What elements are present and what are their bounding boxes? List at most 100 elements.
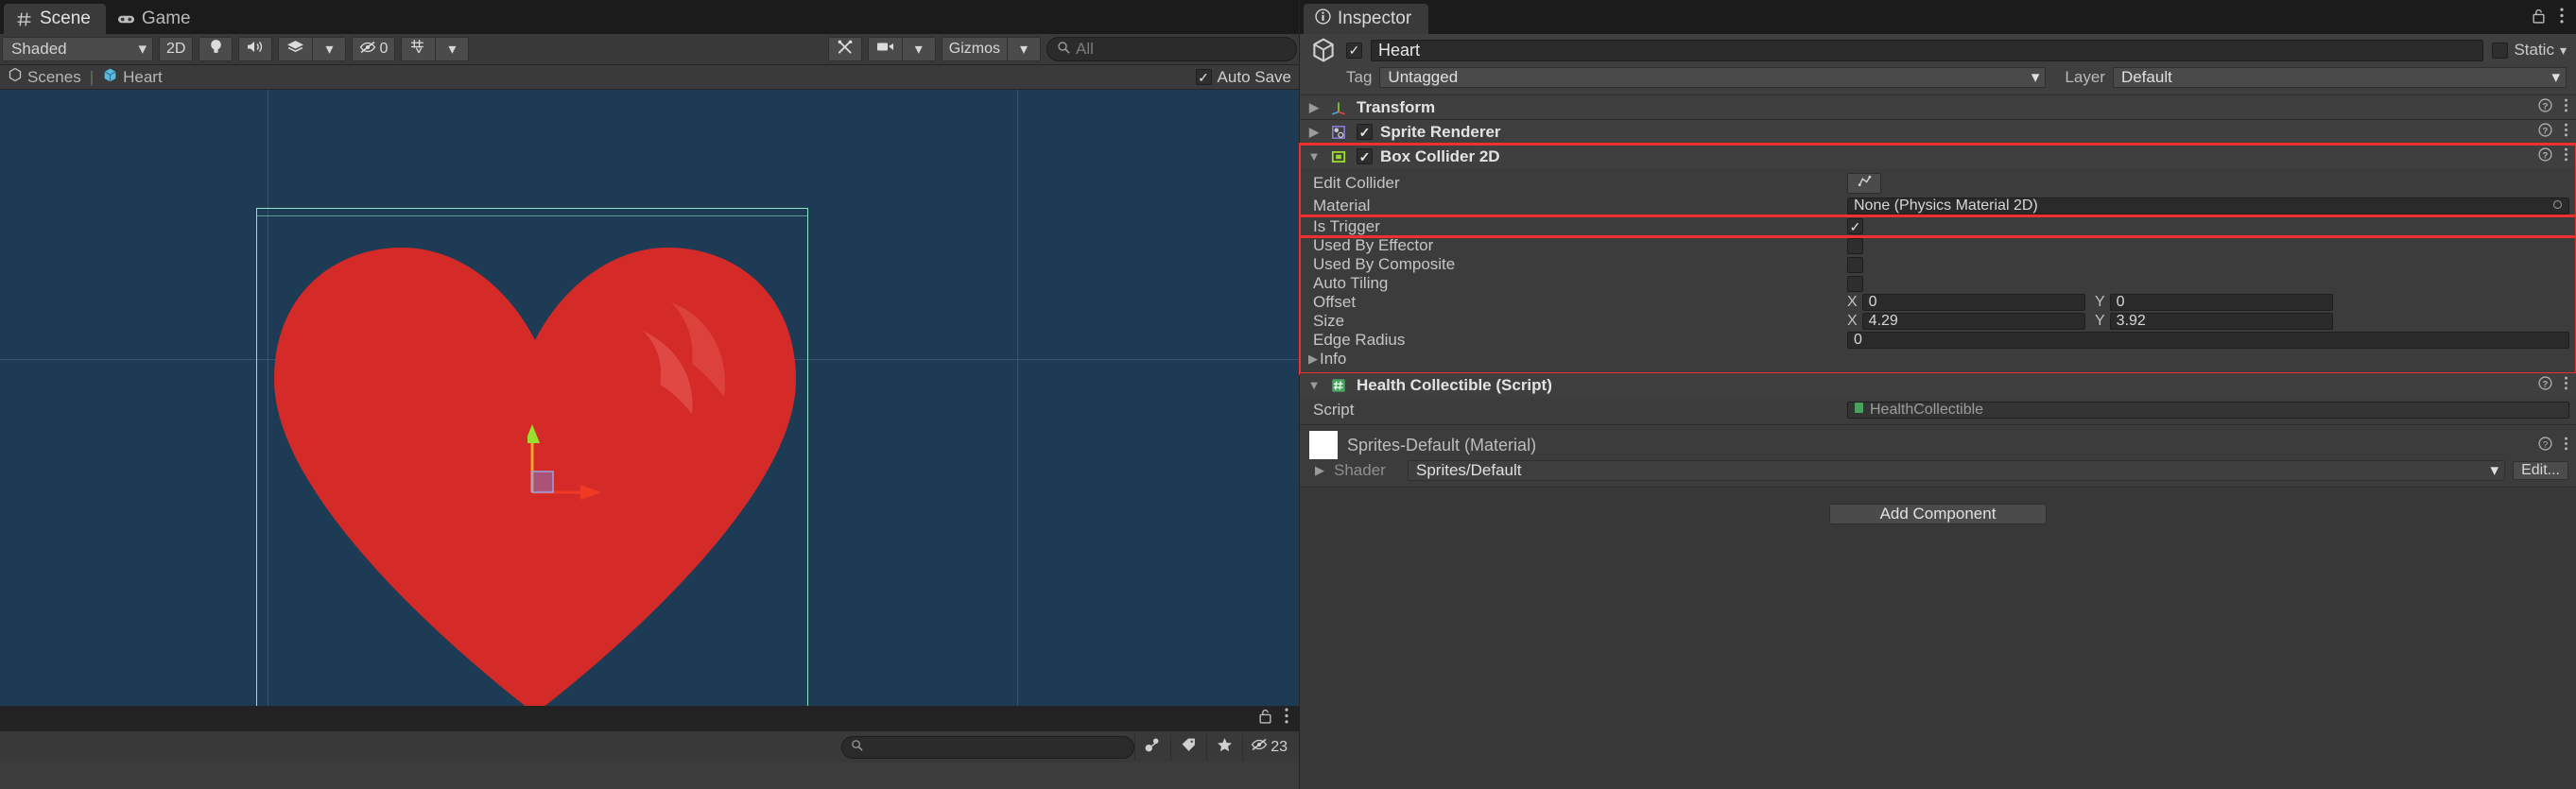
lock-icon[interactable] — [1258, 709, 1272, 729]
tab-scene[interactable]: Scene — [4, 4, 106, 34]
scene-toolbar: Shaded ▾ 2D ▾ 0 ▾ ▾ Gizmos ▾ All — [0, 34, 1299, 65]
component-sprite-renderer-header[interactable]: ▶ Sprite Renderer ? — [1300, 120, 2576, 144]
edit-collider-button[interactable] — [1847, 173, 1881, 194]
tag-layer-row: Tag Untagged ▾ Layer Default ▾ — [1300, 66, 2576, 89]
edge-radius-field[interactable]: 0 — [1847, 332, 2569, 349]
auto-tiling-label: Auto Tiling — [1313, 274, 1389, 292]
info-foldout-row[interactable]: ▶ Info — [1300, 350, 2576, 369]
info-circle-icon — [1315, 8, 1331, 30]
kebab-menu-icon[interactable] — [2564, 123, 2568, 141]
add-component-area: Add Component — [1300, 488, 2576, 789]
lighting-toggle-button[interactable] — [199, 37, 233, 61]
shading-mode-dropdown[interactable]: Shaded ▾ — [2, 37, 153, 61]
game-object-name-field[interactable]: Heart — [1371, 39, 2484, 61]
chevron-down-icon: ▾ — [2551, 68, 2560, 86]
static-checkbox[interactable] — [2492, 42, 2509, 59]
box-collider-2d-icon — [1328, 147, 1349, 166]
help-circle-icon[interactable]: ? — [2538, 376, 2552, 394]
material-object-field[interactable]: None (Physics Material 2D) — [1847, 197, 2569, 214]
chevron-down-icon: ▾ — [2490, 461, 2499, 479]
kebab-menu-icon[interactable] — [2564, 98, 2568, 116]
component-health-collectible-header[interactable]: ▼ Health Collectible (Script) ? — [1300, 373, 2576, 397]
component-box-collider-2d-header[interactable]: ▼ Box Collider 2D ? — [1300, 145, 2576, 168]
chevron-down-icon[interactable]: ▼ — [1307, 378, 1321, 392]
tab-inspector[interactable]: Inspector — [1304, 4, 1429, 34]
help-circle-icon[interactable]: ? — [2538, 123, 2552, 141]
box-collider-2d-enabled-checkbox[interactable] — [1357, 148, 1373, 164]
component-transform-header[interactable]: ▶ Transform ? — [1300, 95, 2576, 119]
gizmos-toggle-button[interactable]: Gizmos — [941, 37, 1007, 61]
add-component-label: Add Component — [1879, 505, 1997, 523]
project-search-input[interactable] — [841, 735, 1135, 759]
component-sprite-renderer: ▶ Sprite Renderer ? — [1300, 120, 2576, 145]
hidden-count-label: 23 — [1271, 738, 1288, 755]
sprite-renderer-enabled-checkbox[interactable] — [1357, 124, 1373, 140]
camera-dropdown-button[interactable]: ▾ — [901, 37, 936, 61]
scene-view-panel: Scene Game Shaded ▾ 2D ▾ 0 ▾ ▾ Gizmos ▾ … — [0, 0, 1299, 789]
chevron-right-icon[interactable]: ▶ — [1307, 125, 1321, 140]
audio-mixer-button[interactable] — [1134, 733, 1170, 761]
breadcrumb-root[interactable]: Scenes — [8, 67, 81, 87]
shader-dropdown[interactable]: Sprites/Default ▾ — [1408, 460, 2506, 481]
layer-value: Default — [2120, 68, 2172, 86]
chevron-down-icon: ▾ — [325, 42, 334, 58]
gizmos-dropdown-button[interactable]: ▾ — [1007, 37, 1041, 61]
component-box-collider-2d-label: Box Collider 2D — [1380, 146, 1500, 165]
kebab-menu-icon[interactable] — [2564, 147, 2568, 165]
transform-move-gizmo[interactable] — [525, 419, 641, 537]
kebab-menu-icon[interactable] — [2564, 376, 2568, 394]
layer-dropdown[interactable]: Default ▾ — [2112, 67, 2567, 88]
chevron-down-icon[interactable]: ▾ — [2560, 43, 2567, 59]
help-circle-icon[interactable]: ? — [2538, 98, 2552, 116]
tab-game[interactable]: Game — [106, 4, 206, 34]
chevron-down-icon[interactable]: ▼ — [1307, 149, 1321, 163]
object-picker-icon[interactable] — [2552, 197, 2563, 214]
tag-button[interactable] — [1170, 733, 1206, 761]
fx-toggle-button[interactable] — [278, 37, 313, 61]
game-object-enabled-checkbox[interactable] — [1346, 42, 1362, 59]
audio-mixer-icon — [1144, 737, 1162, 758]
tag-dropdown[interactable]: Untagged ▾ — [1379, 67, 2047, 88]
chevron-right-icon[interactable]: ▶ — [1313, 463, 1326, 478]
edit-shader-button[interactable]: Edit... — [2513, 461, 2568, 480]
scene-viewport[interactable] — [0, 90, 1299, 706]
offset-x-value: 0 — [1868, 294, 1877, 310]
hidden-count-button[interactable]: 23 — [1242, 733, 1295, 761]
is-trigger-checkbox[interactable] — [1847, 218, 1863, 234]
offset-y-field[interactable]: 0 — [2109, 294, 2333, 311]
mode-2d-label: 2D — [166, 41, 186, 57]
size-x-field[interactable]: 4.29 — [1861, 313, 2085, 330]
grid-dropdown-button[interactable]: ▾ — [435, 37, 470, 61]
lock-icon[interactable] — [2532, 9, 2546, 28]
tab-game-label: Game — [141, 9, 191, 28]
auto-save-toggle[interactable]: Auto Save — [1195, 68, 1291, 87]
scene-search-input[interactable]: All — [1046, 37, 1297, 61]
offset-label: Offset — [1313, 293, 1357, 311]
help-circle-icon[interactable]: ? — [2538, 147, 2552, 165]
favorite-button[interactable] — [1206, 733, 1242, 761]
used-by-composite-row: Used By Composite — [1300, 255, 2576, 274]
chevron-right-icon[interactable]: ▶ — [1307, 100, 1321, 115]
chevron-right-icon[interactable]: ▶ — [1306, 352, 1320, 367]
hidden-objects-button[interactable]: 0 — [352, 37, 396, 61]
audio-toggle-button[interactable] — [238, 37, 273, 61]
kebab-menu-icon[interactable] — [2564, 437, 2568, 455]
camera-button-group: ▾ — [867, 37, 936, 61]
toggle-2d-button[interactable]: 2D — [159, 37, 194, 61]
kebab-menu-icon[interactable] — [2559, 8, 2565, 28]
used-by-composite-checkbox[interactable] — [1847, 256, 1863, 273]
size-y-field[interactable]: 3.92 — [2109, 313, 2333, 330]
fx-dropdown-button[interactable]: ▾ — [312, 37, 347, 61]
auto-save-checkbox[interactable] — [1195, 69, 1212, 85]
add-component-button[interactable]: Add Component — [1829, 504, 2047, 524]
shader-row: ▶ Shader Sprites/Default ▾ Edit... — [1300, 460, 2576, 481]
offset-x-field[interactable]: 0 — [1861, 294, 2085, 311]
kebab-menu-icon[interactable] — [1284, 708, 1289, 729]
scene-camera-button[interactable] — [867, 37, 902, 61]
breadcrumb-current[interactable]: Heart — [102, 67, 163, 88]
used-by-effector-checkbox[interactable] — [1847, 237, 1863, 254]
help-circle-icon[interactable]: ? — [2538, 436, 2552, 455]
grid-toggle-button[interactable] — [401, 37, 436, 61]
auto-tiling-checkbox[interactable] — [1847, 275, 1863, 292]
scene-tools-button[interactable] — [827, 37, 862, 61]
